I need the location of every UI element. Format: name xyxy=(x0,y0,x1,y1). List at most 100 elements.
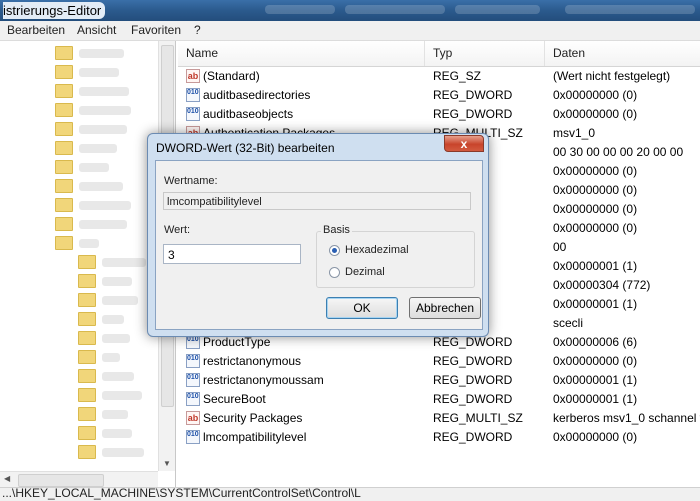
folder-icon xyxy=(55,179,73,193)
row-name: restrictanonymous xyxy=(203,354,302,368)
hex-radio-label[interactable]: Hexadezimal xyxy=(345,244,409,256)
row-data: 0x00000000 (0) xyxy=(553,183,638,197)
row-data: 00 30 00 00 00 20 00 00 xyxy=(553,145,684,159)
folder-icon xyxy=(78,388,96,402)
row-data: msv1_0 xyxy=(553,126,596,140)
binary-value-icon: 010 110 xyxy=(186,88,200,102)
row-name: auditbasedirectories xyxy=(203,88,311,102)
menu-edit[interactable]: Bearbeiten xyxy=(7,23,65,37)
hex-radio[interactable] xyxy=(329,245,340,256)
binary-value-icon: 010 110 xyxy=(186,430,200,444)
folder-icon xyxy=(78,407,96,421)
status-bar: ...\HKEY_LOCAL_MACHINE\SYSTEM\CurrentCon… xyxy=(0,487,700,501)
value-data-input[interactable]: 3 xyxy=(163,244,301,264)
dec-radio[interactable] xyxy=(329,267,340,278)
table-row[interactable]: ab (Standard) REG_SZ (Wert nicht festgelegt… xyxy=(178,67,700,86)
row-name: SecureBoot xyxy=(203,392,266,406)
ok-button[interactable]: OK xyxy=(326,297,398,319)
menu-view[interactable]: Ansicht xyxy=(77,23,116,37)
row-data: 0x00000001 (1) xyxy=(553,373,638,387)
edit-dword-dialog: DWORD-Wert (32-Bit) bearbeiten x Wertnam… xyxy=(147,133,489,337)
table-row[interactable]: 010 110auditbasedirectories REG_DWORD 0x00… xyxy=(178,86,700,105)
row-type: REG_DWORD xyxy=(433,107,513,121)
table-row[interactable]: 010 110auditbaseobjects REG_DWORD 0x000000… xyxy=(178,105,700,124)
row-data: 0x00000001 (1) xyxy=(553,392,638,406)
row-data: 0x00000000 (0) xyxy=(553,164,638,178)
close-button[interactable]: x xyxy=(444,135,484,152)
row-data: 0x00000001 (1) xyxy=(553,297,638,311)
value-name-field[interactable]: lmcompatibilitylevel xyxy=(163,192,471,210)
column-name-header[interactable]: Name xyxy=(178,41,425,66)
folder-icon xyxy=(78,255,96,269)
row-data: 0x00000000 (0) xyxy=(553,354,638,368)
binary-value-icon: 010 110 xyxy=(186,392,200,406)
binary-value-icon: 010 110 xyxy=(186,335,200,349)
binary-value-icon: 010 110 xyxy=(186,107,200,121)
binary-value-icon: 010 110 xyxy=(186,354,200,368)
folder-icon xyxy=(78,426,96,440)
string-value-icon: ab xyxy=(186,69,200,83)
row-data: 0x00000304 (772) xyxy=(553,278,651,292)
folder-icon xyxy=(78,445,96,459)
base-groupbox: Basis Hexadezimal Dezimal xyxy=(316,224,475,288)
row-data: 00 xyxy=(553,240,567,254)
folder-icon xyxy=(55,236,73,250)
folder-icon xyxy=(78,312,96,326)
title-bar: istrierungs-Editor xyxy=(0,0,700,21)
menu-bar: Bearbeiten Ansicht Favoriten ? xyxy=(0,21,700,41)
folder-icon xyxy=(78,369,96,383)
row-name: auditbaseobjects xyxy=(203,107,294,121)
folder-icon xyxy=(55,103,73,117)
row-data: 0x00000000 (0) xyxy=(553,202,638,216)
scroll-left-icon[interactable]: ◀ xyxy=(4,474,10,483)
row-name: lmcompatibilitylevel xyxy=(203,430,307,444)
menu-favorites[interactable]: Favoriten xyxy=(131,23,181,37)
column-type-header[interactable]: Typ xyxy=(425,41,545,66)
folder-icon xyxy=(55,217,73,231)
menu-help[interactable]: ? xyxy=(194,23,201,37)
folder-icon xyxy=(78,293,96,307)
row-type: REG_DWORD xyxy=(433,430,513,444)
tree-horizontal-scrollbar[interactable]: ◀ xyxy=(0,471,158,488)
table-row[interactable]: 010 110lmcompatibilitylevel REG_DWORD 0x00… xyxy=(178,428,700,447)
row-type: REG_DWORD xyxy=(433,88,513,102)
table-row[interactable]: 010 110SecureBoot REG_DWORD 0x00000001 (1) xyxy=(178,390,700,409)
window-title: istrierungs-Editor xyxy=(3,2,106,19)
scrollbar-thumb[interactable] xyxy=(18,474,104,487)
folder-icon xyxy=(78,274,96,288)
folder-icon xyxy=(55,84,73,98)
row-data: 0x00000001 (1) xyxy=(553,259,638,273)
scroll-down-icon[interactable]: ▼ xyxy=(163,459,171,468)
row-type: REG_DWORD xyxy=(433,373,513,387)
value-name-label: Wertname: xyxy=(164,175,218,187)
folder-icon xyxy=(55,198,73,212)
string-value-icon: ab xyxy=(186,411,200,425)
value-data-label: Wert: xyxy=(164,224,191,236)
list-header: Name Typ Daten xyxy=(178,41,700,67)
dec-radio-label[interactable]: Dezimal xyxy=(345,266,385,278)
row-data: kerberos msv1_0 schannel w xyxy=(553,411,700,425)
row-data: 0x00000006 (6) xyxy=(553,335,638,349)
cancel-button[interactable]: Abbrechen xyxy=(409,297,481,319)
row-data: 0x00000000 (0) xyxy=(553,430,638,444)
folder-icon xyxy=(55,65,73,79)
table-row[interactable]: 010 110restrictanonymous REG_DWORD 0x00000… xyxy=(178,352,700,371)
table-row[interactable]: 010 110restrictanonymoussam REG_DWORD 0x00… xyxy=(178,371,700,390)
row-name: Security Packages xyxy=(203,411,303,425)
row-type: REG_DWORD xyxy=(433,354,513,368)
folder-icon xyxy=(55,46,73,60)
folder-icon xyxy=(55,160,73,174)
dialog-body: Wertname: lmcompatibilitylevel Wert: 3 B… xyxy=(155,160,483,330)
status-path: ...\HKEY_LOCAL_MACHINE\SYSTEM\CurrentCon… xyxy=(2,487,361,500)
row-data: scecli xyxy=(553,316,584,330)
row-type: REG_DWORD xyxy=(433,392,513,406)
row-data: (Wert nicht festgelegt) xyxy=(553,69,671,83)
table-row[interactable]: ab Security Packages REG_MULTI_SZ kerberos … xyxy=(178,409,700,428)
row-data: 0x00000000 (0) xyxy=(553,221,638,235)
column-data-header[interactable]: Daten xyxy=(545,41,700,66)
row-type: REG_SZ xyxy=(433,69,482,83)
folder-icon xyxy=(78,350,96,364)
row-type: REG_MULTI_SZ xyxy=(433,411,523,425)
row-name: restrictanonymoussam xyxy=(203,373,324,387)
base-group-title: Basis xyxy=(321,224,352,236)
